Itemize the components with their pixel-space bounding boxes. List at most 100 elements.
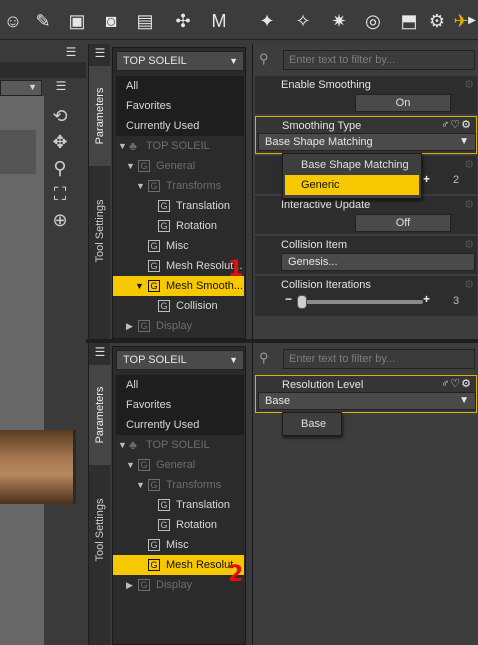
tree-item-root[interactable]: ▼ ♣ TOP SOLEIL [116, 435, 244, 455]
expand-icon[interactable]: ▼ [118, 136, 127, 156]
collision-iterations-slider[interactable] [297, 295, 423, 309]
gear-icon[interactable]: ⚙ [464, 238, 474, 251]
expand-icon[interactable]: ▼ [136, 475, 145, 495]
smoothing-type-select[interactable]: Base Shape Matching ▼ [258, 133, 476, 151]
expand-icon[interactable]: ▼ [126, 156, 135, 176]
plus-icon[interactable]: + [423, 292, 430, 306]
property-panel-bottom: ⚲ Resolution Level ♂♡⚙ Base▼ [252, 343, 478, 645]
tree-item-mesh-resolution[interactable]: G Mesh Resolut [113, 555, 244, 575]
viewport-menu-icon[interactable]: ☰ [62, 46, 80, 60]
main-toolbar: ☺ ✎ ▣ ◙ ▤ ✣ M ✦ ✧ ✷ ◎ ⬒ ⚙ ✈ ▶ [0, 0, 478, 40]
slider-knob[interactable] [297, 295, 307, 309]
tree-item-misc[interactable]: G Misc [116, 535, 244, 555]
light-icon[interactable]: ✦ [254, 8, 280, 34]
tree-item-collision[interactable]: G Collision [116, 296, 244, 316]
pan-icon[interactable]: ✥ [48, 130, 72, 154]
tree-item-rotation[interactable]: G Rotation [116, 515, 244, 535]
toolbar-more-icon[interactable]: ▶ [466, 8, 478, 34]
tree-item-all[interactable]: All [116, 76, 244, 96]
tree-item-translation[interactable]: G Translation [116, 495, 244, 515]
enable-smoothing-toggle[interactable]: On [355, 94, 451, 112]
tree-item-display[interactable]: ▶ G Display [116, 316, 244, 336]
collapsed-icon[interactable]: ▶ [126, 575, 133, 595]
panel-menu-icon[interactable]: ☰ [91, 47, 109, 61]
filter-input[interactable] [283, 50, 475, 70]
node-selector[interactable]: TOP SOLEIL ▼ [116, 350, 244, 370]
collapsed-icon[interactable]: ▶ [126, 316, 133, 336]
property-collision-item: Collision Item ⚙ Genesis... [255, 236, 477, 274]
resolution-level-select[interactable]: Base ▼ [258, 392, 476, 410]
spotlight-icon[interactable]: ✧ [290, 8, 316, 34]
plus-icon[interactable]: + [423, 172, 430, 186]
tree-item-general[interactable]: ▼ G General [116, 455, 244, 475]
option-generic[interactable]: Generic [285, 175, 419, 195]
collision-item-select[interactable]: Genesis... [281, 253, 475, 271]
node-icon[interactable]: ⬒ [396, 8, 422, 34]
viewport-canvas[interactable] [0, 96, 44, 645]
group-icon: G [148, 539, 160, 551]
filter-input[interactable] [283, 349, 475, 369]
gear-icon[interactable]: ⚙ [464, 158, 474, 171]
tree-item-general[interactable]: ▼ G General [116, 156, 244, 176]
property-actions-icons[interactable]: ♂♡⚙ [441, 118, 472, 131]
node-selector[interactable]: TOP SOLEIL ▼ [116, 51, 244, 71]
chevron-down-icon: ▼ [459, 395, 469, 406]
tab-tool-settings[interactable]: Tool Settings [89, 475, 111, 585]
reset-view-icon[interactable]: ⊕ [48, 208, 72, 232]
expand-icon[interactable]: ▼ [126, 455, 135, 475]
expand-icon[interactable]: ▼ [136, 176, 145, 196]
property-actions-icons[interactable]: ♂♡⚙ [441, 377, 472, 390]
search-icon: ⚲ [259, 350, 269, 365]
point-light-icon[interactable]: ✷ [326, 8, 352, 34]
edit-scene-icon[interactable]: ▣ [64, 8, 90, 34]
render-icon[interactable]: ◙ [98, 8, 124, 34]
interactive-update-toggle[interactable]: Off [355, 214, 451, 232]
figure-icon[interactable]: ☺ [0, 8, 26, 34]
tree-item-favorites[interactable]: Favorites [116, 395, 244, 415]
tree-item-mesh-smoothing[interactable]: ▼ G Mesh Smooth... [113, 276, 244, 296]
minus-icon[interactable]: − [285, 292, 292, 306]
timer-icon[interactable]: ◎ [360, 8, 386, 34]
property-enable-smoothing: Enable Smoothing ⚙ On [255, 76, 477, 114]
pose-icon[interactable]: ✎ [30, 8, 56, 34]
tree-item-favorites[interactable]: Favorites [116, 96, 244, 116]
orbit-icon[interactable]: ⟲ [48, 104, 72, 128]
node-icon: ♣ [129, 438, 137, 452]
tree-item-root[interactable]: ▼ ♣ TOP SOLEIL [116, 136, 244, 156]
expand-icon[interactable]: ▼ [135, 276, 144, 296]
settings-icon[interactable]: ⚙ [424, 8, 450, 34]
frame-icon[interactable]: ⛶ [48, 182, 72, 206]
tree-item-currently-used[interactable]: Currently Used [116, 415, 244, 435]
gear-icon[interactable]: ⚙ [464, 198, 474, 211]
expand-icon[interactable]: ▼ [118, 435, 127, 455]
tree-item-transforms[interactable]: ▼ G Transforms [116, 475, 244, 495]
property-interactive-update: Interactive Update ⚙ Off [255, 196, 477, 234]
group-icon: G [148, 280, 160, 292]
viewport-panel-menu-icon[interactable]: ☰ [52, 80, 70, 94]
option-base-shape-matching[interactable]: Base Shape Matching [285, 155, 419, 175]
tree-item-display[interactable]: ▶ G Display [116, 575, 244, 595]
gear-icon[interactable]: ⚙ [464, 78, 474, 91]
viewport-figure[interactable] [0, 430, 76, 504]
tree-item-currently-used[interactable]: Currently Used [116, 116, 244, 136]
zoom-icon[interactable]: ⚲ [48, 156, 72, 180]
tree-item-rotation[interactable]: G Rotation [116, 216, 244, 236]
texture-icon[interactable]: ▤ [132, 8, 158, 34]
tab-tool-settings[interactable]: Tool Settings [89, 176, 111, 286]
gear-icon[interactable]: ⚙ [464, 278, 474, 291]
property-smoothing-type: Smoothing Type ♂♡⚙ Base Shape Matching ▼ [255, 116, 477, 154]
tree-item-mesh-resolution[interactable]: G Mesh Resolut... [116, 256, 244, 276]
option-base[interactable]: Base [285, 414, 339, 434]
group-icon: G [158, 300, 170, 312]
tab-parameters[interactable]: Parameters [89, 365, 111, 465]
property-collision-iterations: Collision Iterations ⚙ − + 3 [255, 276, 477, 316]
viewport-camera-selector[interactable]: ▼ [0, 80, 42, 96]
bone-icon[interactable]: ✣ [170, 8, 196, 34]
tree-item-misc[interactable]: G Misc [116, 236, 244, 256]
tree-item-transforms[interactable]: ▼ G Transforms [116, 176, 244, 196]
tree-item-translation[interactable]: G Translation [116, 196, 244, 216]
tree-item-all[interactable]: All [116, 375, 244, 395]
panel-menu-icon[interactable]: ☰ [91, 346, 109, 360]
tab-parameters[interactable]: Parameters [89, 66, 111, 166]
morph-icon[interactable]: M [206, 8, 232, 34]
